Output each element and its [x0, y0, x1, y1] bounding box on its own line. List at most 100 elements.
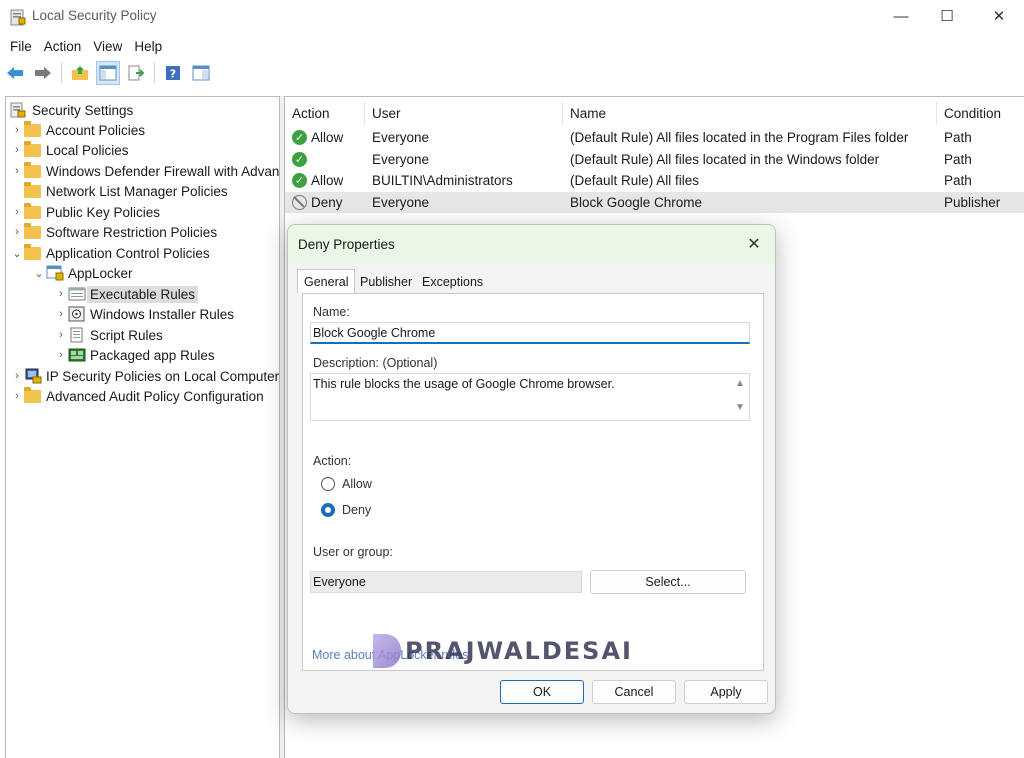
check-icon: ✓: [292, 130, 307, 145]
allow-radio[interactable]: [321, 477, 335, 491]
tree-item-executable-rules[interactable]: › Executable Rules: [54, 284, 199, 304]
tree-item-software-restriction[interactable]: › Software Restriction Policies: [10, 222, 217, 242]
applocker-icon: [46, 265, 64, 281]
tree-item-defender-firewall[interactable]: › Windows Defender Firewall with Advan: [10, 161, 279, 181]
tree-label: AppLocker: [68, 265, 133, 281]
chevron-right-icon[interactable]: ›: [54, 328, 68, 342]
tree-item-account-policies[interactable]: › Account Policies: [10, 120, 145, 140]
table-row[interactable]: ✓ Everyone (Default Rule) All files loca…: [285, 149, 1024, 170]
folder-icon: [24, 244, 42, 261]
table-row[interactable]: ✓ Allow Everyone (Default Rule) All files…: [285, 127, 1024, 148]
title-bar: Local Security Policy — ☐ ✕: [0, 0, 1024, 32]
tree-item-ip-security[interactable]: › IP Security Policies on Local Computer: [10, 366, 279, 386]
back-arrow-icon[interactable]: [3, 61, 27, 85]
help-icon[interactable]: ?: [161, 61, 185, 85]
menu-file[interactable]: File: [4, 39, 38, 54]
column-header-action[interactable]: Action: [285, 101, 365, 125]
watermark: PRAJWALDESAI: [373, 634, 633, 668]
navigation-tree: Security Settings › Account Policies › L…: [5, 96, 280, 758]
tree-item-windows-installer-rules[interactable]: › Windows Installer Rules: [54, 304, 234, 324]
cancel-button[interactable]: Cancel: [592, 680, 676, 704]
window-title: Local Security Policy: [32, 8, 157, 23]
packaged-app-icon: [68, 347, 86, 363]
ok-button[interactable]: OK: [500, 680, 584, 704]
menu-help[interactable]: Help: [128, 39, 168, 54]
tree-item-public-key[interactable]: › Public Key Policies: [10, 202, 160, 222]
deny-radio-label[interactable]: Deny: [342, 503, 371, 517]
check-icon: ✓: [292, 152, 307, 167]
chevron-right-icon[interactable]: ›: [10, 225, 24, 239]
tab-general[interactable]: General: [297, 269, 356, 293]
cell-name: (Default Rule) All files: [570, 173, 700, 188]
menu-view[interactable]: View: [87, 39, 128, 54]
column-header-condition[interactable]: Condition: [937, 101, 1024, 125]
allow-radio-label[interactable]: Allow: [342, 477, 372, 491]
tree-item-applocker[interactable]: ⌄ AppLocker: [32, 263, 133, 283]
chevron-down-icon[interactable]: ⌄: [10, 246, 24, 260]
up-folder-icon[interactable]: [68, 61, 92, 85]
tree-label: Script Rules: [90, 327, 163, 343]
tree-label: Security Settings: [32, 102, 134, 118]
tree-item-packaged-app-rules[interactable]: › Packaged app Rules: [54, 345, 214, 365]
toolbar-separator: [61, 63, 62, 83]
chevron-right-icon[interactable]: ›: [54, 348, 68, 362]
installer-icon: [68, 306, 86, 322]
scroll-up-icon[interactable]: ▲: [733, 378, 747, 389]
tab-publisher[interactable]: Publisher: [354, 271, 418, 293]
maximize-button[interactable]: ☐: [924, 0, 970, 32]
column-header-user[interactable]: User: [365, 101, 563, 125]
column-header-name[interactable]: Name: [563, 101, 937, 125]
tree-root[interactable]: Security Settings: [10, 100, 133, 120]
console-view-icon[interactable]: [189, 61, 213, 85]
export-list-icon[interactable]: [124, 61, 148, 85]
cell-user: BUILTIN\Administrators: [372, 173, 513, 188]
cell-name: (Default Rule) All files located in the …: [570, 130, 909, 145]
chevron-down-icon[interactable]: ⌄: [32, 266, 46, 280]
description-text: This rule blocks the usage of Google Chr…: [313, 377, 615, 391]
close-window-button[interactable]: ✕: [976, 0, 1022, 32]
chevron-right-icon[interactable]: ›: [10, 143, 24, 157]
tab-exceptions[interactable]: Exceptions: [416, 271, 489, 293]
table-row[interactable]: Deny Everyone Block Google Chrome Publis…: [285, 192, 1024, 213]
tree-label: Account Policies: [46, 122, 146, 138]
dialog-title: Deny Properties: [298, 236, 395, 252]
tree-item-network-list-manager[interactable]: Network List Manager Policies: [10, 181, 228, 201]
security-policy-app-icon: [10, 8, 26, 26]
menu-action[interactable]: Action: [38, 39, 88, 54]
cell-condition: Path: [944, 130, 972, 145]
tree-item-local-policies[interactable]: › Local Policies: [10, 140, 129, 160]
apply-button[interactable]: Apply: [684, 680, 768, 704]
forward-arrow-icon[interactable]: [31, 61, 55, 85]
chevron-right-icon[interactable]: ›: [10, 164, 24, 178]
folder-icon: [24, 203, 42, 220]
cell-action: Allow: [311, 173, 344, 188]
user-group-field: Everyone: [310, 571, 582, 593]
ip-security-icon: [24, 368, 42, 384]
scroll-down-icon[interactable]: ▼: [733, 402, 747, 413]
select-user-button[interactable]: Select...: [590, 570, 746, 594]
tree-item-application-control[interactable]: ⌄ Application Control Policies: [10, 243, 210, 263]
chevron-right-icon[interactable]: ›: [54, 307, 68, 321]
close-icon[interactable]: ✕: [743, 233, 765, 255]
tree-item-advanced-audit[interactable]: › Advanced Audit Policy Configuration: [10, 386, 264, 406]
rule-name-field[interactable]: Block Google Chrome: [310, 322, 750, 344]
chevron-right-icon[interactable]: ›: [10, 389, 24, 403]
chevron-right-icon[interactable]: ›: [10, 205, 24, 219]
show-hide-tree-icon[interactable]: [96, 61, 120, 85]
deny-radio[interactable]: [321, 503, 335, 517]
tree-label: Windows Installer Rules: [90, 306, 235, 322]
chevron-right-icon[interactable]: ›: [10, 123, 24, 137]
dialog-title-bar[interactable]: Deny Properties: [288, 225, 775, 263]
description-field[interactable]: This rule blocks the usage of Google Chr…: [310, 373, 750, 421]
minimize-button[interactable]: —: [878, 0, 924, 32]
cell-action: Deny: [311, 195, 343, 210]
chevron-right-icon[interactable]: ›: [54, 287, 68, 301]
tree-label: Advanced Audit Policy Configuration: [46, 388, 264, 404]
user-group-label: User or group:: [313, 545, 393, 559]
rules-list-icon: [68, 286, 86, 302]
tree-item-script-rules[interactable]: › Script Rules: [54, 325, 163, 345]
tree-label: Software Restriction Policies: [46, 224, 218, 240]
table-row[interactable]: ✓ Allow BUILTIN\Administrators (Default R…: [285, 170, 1024, 191]
folder-icon: [24, 182, 42, 199]
chevron-right-icon[interactable]: ›: [10, 369, 24, 383]
